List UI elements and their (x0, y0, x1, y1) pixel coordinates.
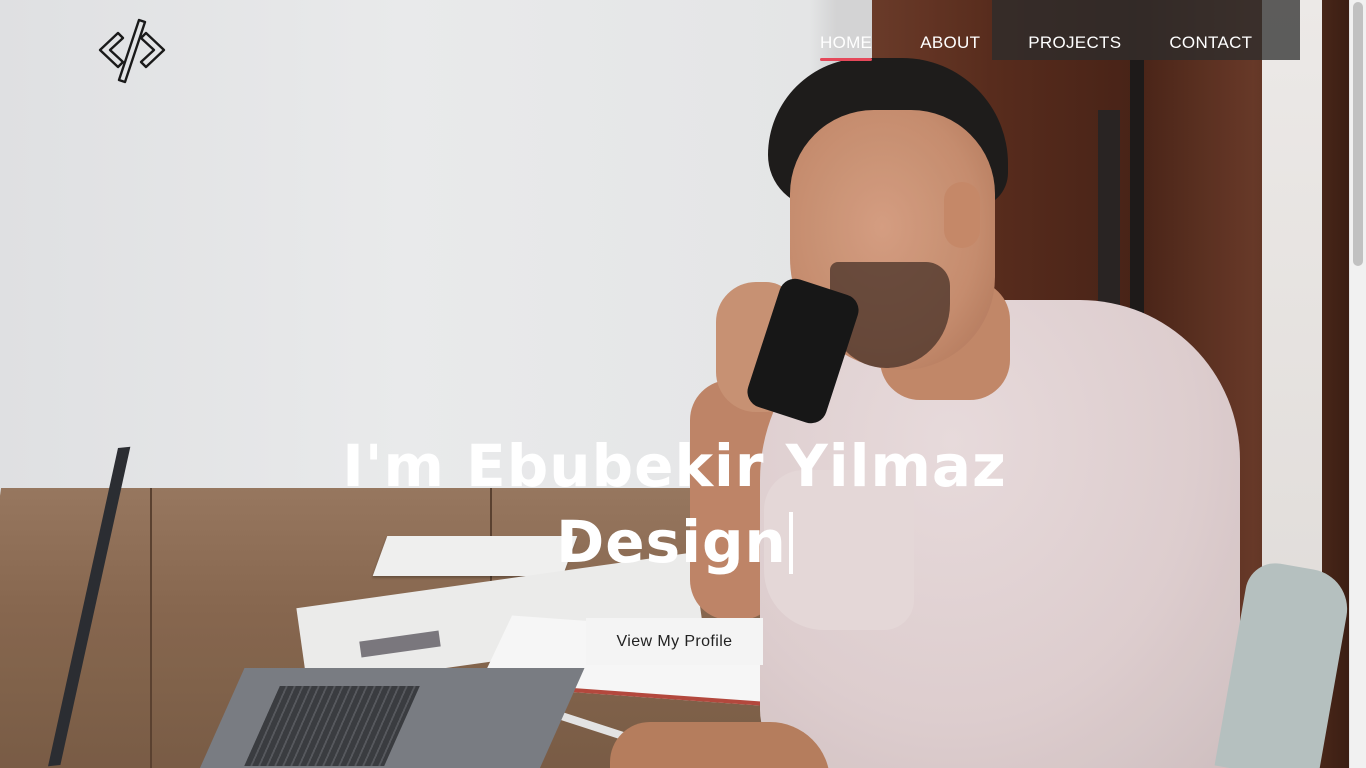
page: HOME ABOUT PROJECTS CONTACT I'm Ebubekir… (0, 0, 1366, 768)
main-navigation: HOME ABOUT PROJECTS CONTACT (796, 30, 1276, 61)
typing-cursor (788, 512, 793, 574)
nav-about-link[interactable]: ABOUT (896, 30, 1004, 61)
scrollbar-thumb[interactable] (1353, 2, 1363, 266)
page-scrollbar[interactable] (1349, 0, 1366, 768)
hero-title-name: I'm Ebubekir Yilmaz (342, 432, 1007, 500)
nav-contact-link[interactable]: CONTACT (1145, 30, 1276, 61)
code-brackets-icon (98, 18, 166, 84)
nav-home-link[interactable]: HOME (796, 30, 896, 61)
hero-typed-line: Design (0, 504, 1349, 580)
logo-link[interactable] (96, 18, 168, 84)
hero-typed-word: Design (556, 508, 787, 576)
view-profile-button[interactable]: View My Profile (586, 618, 763, 665)
nav-projects-link[interactable]: PROJECTS (1004, 30, 1145, 61)
hero-heading: I'm Ebubekir Yilmaz Design (0, 428, 1349, 580)
